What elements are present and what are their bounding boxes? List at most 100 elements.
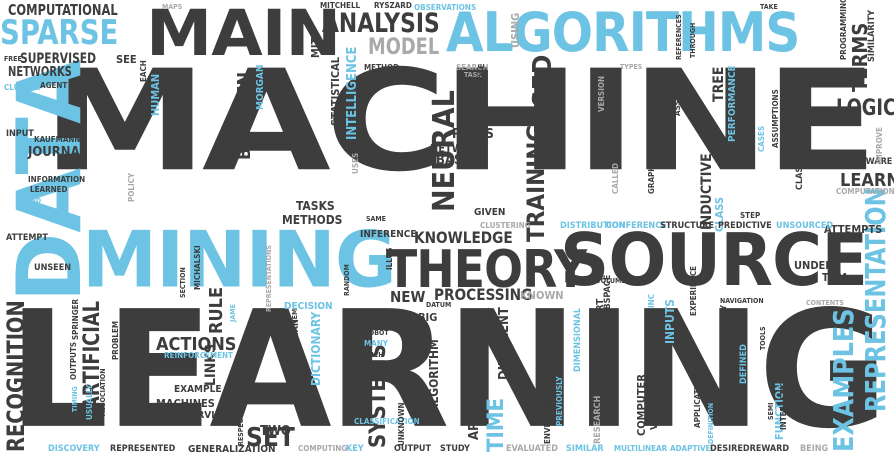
word-predictive: PREDICTIVE (718, 221, 772, 231)
word-references: REFERENCES (675, 14, 683, 60)
word-computation: COMPUTATION (836, 187, 894, 196)
word-intelligence: INTELLIGENCE (345, 46, 360, 140)
word-input: INPUT (6, 129, 34, 139)
word-assumptions: ASSUMPTIONS (771, 89, 780, 148)
word-tools: TOOLS (759, 326, 767, 350)
word-section: SECTION (179, 267, 187, 298)
word-using: USING (509, 12, 522, 48)
word-kaufmann: KAUFMANN (34, 135, 81, 144)
word-cases: CASES (757, 125, 766, 152)
word-through: THROUGH (689, 22, 697, 58)
word-inputs: INPUTS (663, 299, 677, 344)
word-applications: APPLICATIONS (693, 369, 702, 428)
word-same: SAME (366, 215, 386, 223)
word-ryszard: RYSZARD (374, 1, 412, 10)
word-representations: REPRESENTATIONS (265, 245, 273, 312)
word-datum: DATUM (426, 301, 452, 309)
word-networks: NETWORKS (8, 65, 72, 80)
word-analysis: ANALYSIS (322, 8, 440, 39)
word-improve: IMPROVE (875, 126, 884, 164)
word-many: MANY (364, 339, 388, 348)
word-multilinear: MULTILINEAR (614, 444, 668, 453)
word-volume: VOLUME (596, 277, 626, 285)
word-defined: DEFINED (739, 344, 749, 384)
word-algorithms: ALGORITHMS (446, 1, 800, 64)
word-two: TWO (260, 424, 291, 439)
word-such: SUCH (364, 351, 384, 359)
word-respect: RESPECT (237, 414, 245, 446)
word-desiredreward: DESIREDREWARD (710, 444, 790, 454)
word-under: UNDER (794, 259, 833, 272)
word-clustering: CLUSTERING (480, 221, 531, 230)
word-use: USE (297, 362, 306, 378)
word-cluster: CLUSTER (4, 83, 40, 92)
word-representation: REPRESENTATION (859, 187, 892, 412)
word-uses: USES (351, 152, 360, 174)
word-study: STUDY (440, 444, 470, 454)
word-being: BEING (800, 444, 829, 454)
word-similar: SIMILAR (566, 444, 604, 454)
word-interaction: INTERACTION (779, 375, 788, 430)
word-inc: INC (647, 294, 656, 308)
word-rule: RULE (206, 286, 227, 334)
word-assumed: ASSUMED (673, 76, 682, 116)
word-item: ITEM (291, 308, 299, 326)
word-each: EACH (139, 60, 148, 82)
word-knowledge: KNOWLEDGE (414, 228, 513, 247)
word-graphical: GRAPHICAL (647, 147, 656, 194)
word-journal: JOURNAL (28, 145, 88, 160)
word-approach: APPROACH (467, 367, 482, 440)
word-similarity: SIMILARITY (867, 10, 877, 62)
word-metric: METRIC (790, 403, 821, 412)
word-timing: TIMING (71, 386, 79, 412)
word-inductive: INDUCTIVE (699, 153, 715, 230)
word-tree: TREE (711, 66, 727, 102)
word-performance: PERFORMANCE (727, 65, 738, 142)
word-types: TYPES (620, 63, 643, 71)
word-association: ASSOCIATION (99, 368, 107, 416)
word-policy: POLICY (127, 172, 136, 202)
word-classes: CLASSES (795, 150, 805, 190)
word-unseen: UNSEEN (34, 263, 72, 273)
word-unsourced: UNSOURCED (776, 221, 834, 231)
word-free: FREE (4, 55, 22, 63)
word-time: TIME (484, 397, 509, 452)
word-learning: LEARNING (8, 276, 888, 457)
word-inference: INFERENCE (360, 229, 417, 240)
word-learned: LEARNED (30, 185, 68, 194)
word-reinforcement: REINFORCEMENT (164, 351, 233, 360)
word-problem: PROBLEM (111, 320, 120, 360)
word-unsupervised: UNSUPERVISED (156, 410, 235, 421)
word-mit: MIT (309, 37, 322, 58)
word-given: GIVEN (474, 207, 506, 218)
word-examples: EXAMPLES (827, 308, 860, 452)
word-generalise: GENERALISE (477, 63, 486, 114)
word-classification: CLASSIFICATION (354, 417, 420, 426)
word-michalski: MICHALSKI (193, 245, 202, 290)
word-represented: REPRESENTED (110, 444, 176, 454)
word-random: RANDOM (343, 264, 351, 296)
word-version: VERSION (597, 75, 606, 112)
word-new: NEW (390, 288, 426, 306)
word-maps: MAPS (162, 3, 183, 11)
word-dimensional: DIMENSIONAL (573, 307, 583, 372)
word-one: ONE (297, 140, 307, 160)
word-output: OUTPUT (394, 444, 432, 454)
word-tom: TOM (822, 271, 848, 284)
word-cloud: MACHINE LEARNING DATA MINING SOURCE MAIN… (0, 0, 894, 457)
word-semi: SEMI (767, 402, 775, 420)
word-structure: STRUCTURE (660, 221, 714, 231)
word-take: TAKE (760, 3, 778, 11)
word-logic: LOGIC (836, 96, 894, 121)
word-observations: OBSERVATIONS (414, 3, 477, 12)
word-tasks: TASKS (296, 199, 335, 213)
word-statistical: STATISTICAL (329, 56, 342, 126)
word-environment: ENVIRONMENT (543, 384, 552, 444)
word-software: SOFTWARE (842, 157, 893, 167)
word-model: MODEL (368, 35, 440, 60)
word-information: INFORMATION (28, 175, 86, 184)
word-jame: JAME (229, 304, 237, 322)
word-press: PRESS (452, 127, 494, 142)
word-human: HUMAN (149, 73, 162, 116)
word-robot: ROBOT (364, 329, 389, 337)
